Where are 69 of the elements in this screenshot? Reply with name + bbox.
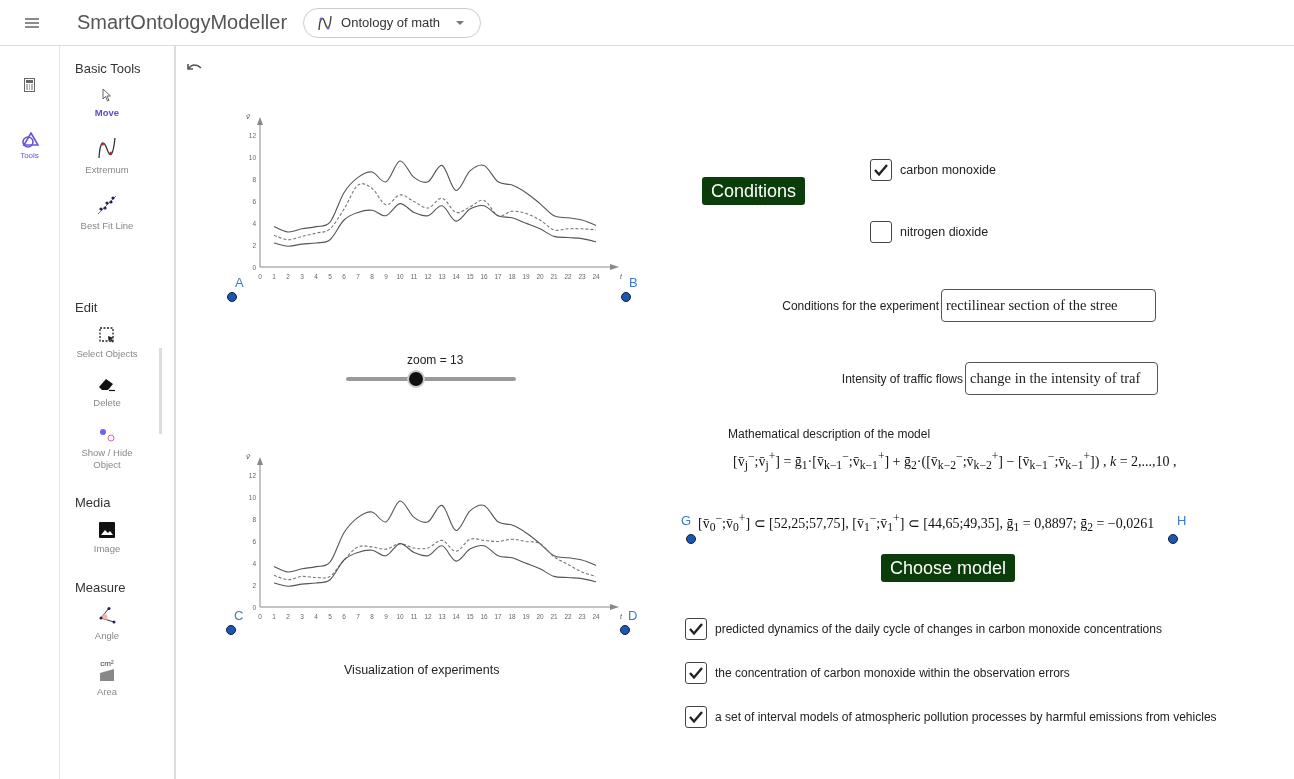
scatter-line-icon xyxy=(97,194,117,215)
ontology-dropdown[interactable]: Ontology of math xyxy=(303,7,482,38)
shapes-icon xyxy=(20,132,39,148)
calculator-icon xyxy=(24,78,35,92)
angle-icon xyxy=(98,606,116,625)
formula: [v̄$_{j}$$^{−}$;v̄$_{j}$$^{+}$] = ḡ$_{1}$·[v̄$_{k−1}$$^{−}$;v̄$_{k−1}$$^{+}$] + ḡ$_{2}$·([v̄$_{k−2}$$^{−}$;v̄$_{k−2}$$^{+}$] − [v̄$_{k−1}$$^{−}$;v̄$_{k−1}$$^{+}$]) , k = 2,...,10 , xyxy=(733,450,1177,473)
y-axis-label: v̄ xyxy=(246,112,250,121)
point-label: H xyxy=(1177,513,1187,528)
checkbox-label: predicted dynamics of the daily cycle of changes in carbon monoxide concentrations xyxy=(715,622,1162,636)
conditions-button[interactable]: Conditions xyxy=(702,177,806,205)
checkbox[interactable] xyxy=(685,662,707,684)
menu-icon[interactable] xyxy=(25,17,39,28)
selection-icon xyxy=(99,327,115,344)
tool-item[interactable]: Angle xyxy=(60,604,154,645)
tools-tab[interactable]: Tools xyxy=(20,132,39,160)
dots-icon xyxy=(99,427,115,442)
tool-item[interactable]: Image xyxy=(60,520,154,558)
app-title: SmartOntologyModeller xyxy=(77,11,288,34)
checkbox-label: nitrogen dioxide xyxy=(900,225,989,239)
point xyxy=(227,292,237,302)
field-label: Conditions for the experiment xyxy=(782,298,939,313)
caret-icon xyxy=(456,20,465,25)
tool-item[interactable]: Best Fit Line xyxy=(60,192,154,235)
calculator-button[interactable] xyxy=(24,78,35,92)
tool-item[interactable]: Delete xyxy=(60,376,154,412)
curve-icon xyxy=(317,13,334,32)
point xyxy=(226,625,236,635)
point xyxy=(620,625,630,635)
point xyxy=(621,292,631,302)
scrollbar[interactable] xyxy=(159,348,162,434)
undo-icon[interactable] xyxy=(186,62,202,72)
formula: [v̄$_{0}$$^{−}$;v̄$_{0}$$^{+}$] ⊂ [52,25;57,75], [v̄$_{1}$$^{−}$;v̄$_{1}$$^{+}$] ⊂ [44,65;49,35], ḡ$_{1}$ = 0,8897; ḡ$_{2}$ = −0,0261 xyxy=(698,512,1155,535)
checkbox[interactable] xyxy=(870,221,892,243)
tool-item[interactable]: Show / Hide Object xyxy=(60,425,154,474)
eraser-icon xyxy=(98,378,116,393)
slider-thumb[interactable] xyxy=(408,372,423,386)
checkbox-label: the concentration of carbon monoxide within the observation errors xyxy=(715,666,1070,680)
point-label: C xyxy=(234,608,244,623)
choose-model-button[interactable]: Choose model xyxy=(881,554,1016,582)
section-title: Media xyxy=(74,495,111,511)
checkbox[interactable] xyxy=(685,706,707,728)
tool-item[interactable]: Extremum xyxy=(60,135,154,179)
input-field[interactable]: change in the intensity of traf xyxy=(965,362,1158,395)
tool-item[interactable]: cm² Area xyxy=(60,658,154,701)
section-title: Measure xyxy=(74,579,126,595)
checkbox-label: carbon monoxide xyxy=(900,163,996,177)
y-axis-label: v̄ xyxy=(246,452,250,461)
tool-item[interactable]: Select Objects xyxy=(60,325,154,363)
point-label: G xyxy=(681,513,692,528)
section-title: Basic Tools xyxy=(74,61,141,76)
section-title: Edit xyxy=(74,300,98,316)
point-label: B xyxy=(629,275,638,290)
point-label: D xyxy=(628,608,638,623)
point xyxy=(686,534,696,544)
extremum-curve-icon xyxy=(97,137,117,160)
input-field[interactable]: rectilinear section of the stree xyxy=(941,289,1156,322)
caption: Visualization of experiments xyxy=(344,663,500,677)
slider-label: zoom = 13 xyxy=(407,353,464,367)
description-text: Mathematical description of the model xyxy=(728,427,931,441)
image-icon xyxy=(99,522,115,539)
point-label: A xyxy=(235,275,244,290)
checkbox-label: a set of interval models of atmospheric pollution processes by harmful emissions from vehicles xyxy=(715,710,1217,724)
field-label: Intensity of traffic flows xyxy=(841,371,963,386)
tool-item[interactable]: Move xyxy=(60,86,154,122)
point xyxy=(1168,534,1178,544)
area-icon xyxy=(99,669,115,682)
checkbox[interactable] xyxy=(685,618,707,640)
checkbox[interactable] xyxy=(870,159,892,181)
pointer-icon xyxy=(102,88,112,102)
